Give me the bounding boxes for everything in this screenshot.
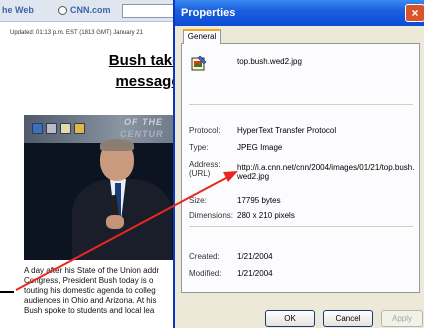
search-cnn-label: CNN.com bbox=[70, 5, 111, 15]
jpeg-file-icon bbox=[191, 55, 207, 71]
person-hand bbox=[106, 215, 124, 229]
address-value[interactable]: http://i.a.cnn.net/cnn/2004/images/01/21… bbox=[237, 163, 417, 181]
article-photo[interactable]: OF THE CENTUR bbox=[24, 115, 186, 260]
mail-icon[interactable] bbox=[60, 123, 71, 134]
folder-icon[interactable] bbox=[74, 123, 85, 134]
margin-marker bbox=[0, 291, 14, 293]
divider bbox=[189, 226, 413, 227]
apply-button[interactable]: Apply bbox=[381, 310, 423, 327]
search-bar: he Web CNN.com bbox=[0, 0, 190, 22]
type-label: Type: bbox=[189, 143, 209, 152]
divider bbox=[189, 104, 413, 105]
article-line: touting his domestic agenda to colleg bbox=[24, 286, 156, 295]
radio-button-icon[interactable] bbox=[58, 5, 67, 15]
print-icon[interactable] bbox=[46, 123, 57, 134]
file-name: top.bush.wed2.jpg bbox=[237, 57, 302, 66]
ok-button[interactable]: OK bbox=[265, 310, 315, 327]
headline-line-1[interactable]: Bush takes State of bbox=[8, 50, 190, 71]
image-toolbar bbox=[32, 123, 85, 134]
search-web-option[interactable]: he Web bbox=[2, 5, 34, 15]
tab-general[interactable]: General bbox=[183, 29, 221, 44]
protocol-value: HyperText Transfer Protocol bbox=[237, 126, 337, 135]
address-label: Address: (URL) bbox=[189, 160, 221, 178]
article-line: Congress, President Bush today is o bbox=[24, 276, 154, 285]
article-headline[interactable]: Bush takes State of message on the ro bbox=[8, 50, 190, 92]
article-line: audiences in Ohio and Arizona. At his bbox=[24, 296, 157, 305]
close-button[interactable]: × bbox=[405, 4, 424, 22]
size-value: 17795 bytes bbox=[237, 196, 281, 205]
dialog-title: Properties bbox=[181, 7, 236, 19]
cnn-webpage: he Web CNN.com Updated: 01:13 p.m. EST (… bbox=[0, 0, 190, 328]
updated-timestamp: Updated: 01:13 p.m. EST (1813 GMT) Janua… bbox=[10, 30, 143, 36]
save-icon[interactable] bbox=[32, 123, 43, 134]
size-label: Size: bbox=[189, 196, 207, 205]
article-line: Bush spoke to students and local lea bbox=[24, 306, 155, 315]
photo-banner-text-1: OF THE bbox=[124, 117, 163, 127]
created-label: Created: bbox=[189, 252, 220, 261]
person-hair bbox=[100, 139, 134, 151]
dialog-title-bar[interactable]: Properties × bbox=[175, 0, 424, 26]
dimensions-label: Dimensions: bbox=[189, 211, 234, 220]
type-value: JPEG Image bbox=[237, 143, 283, 152]
photo-banner-text-2: CENTUR bbox=[120, 129, 164, 139]
created-value: 1/21/2004 bbox=[237, 252, 273, 261]
cancel-button[interactable]: Cancel bbox=[323, 310, 373, 327]
search-cnn-option[interactable]: CNN.com bbox=[58, 5, 111, 15]
article-line: A day after his State of the Union addr bbox=[24, 266, 160, 275]
properties-dialog: Properties × General top.bush.wed2.jpg P… bbox=[173, 0, 424, 328]
address-label-line-1: Address: bbox=[189, 160, 221, 169]
address-label-line-2: (URL) bbox=[189, 169, 211, 178]
modified-value: 1/21/2004 bbox=[237, 269, 273, 278]
dimensions-value: 280 x 210 pixels bbox=[237, 211, 295, 220]
headline-line-2[interactable]: message on the ro bbox=[8, 71, 190, 92]
protocol-label: Protocol: bbox=[189, 126, 221, 135]
modified-label: Modified: bbox=[189, 269, 222, 278]
article-body: A day after his State of the Union addr … bbox=[24, 266, 188, 316]
